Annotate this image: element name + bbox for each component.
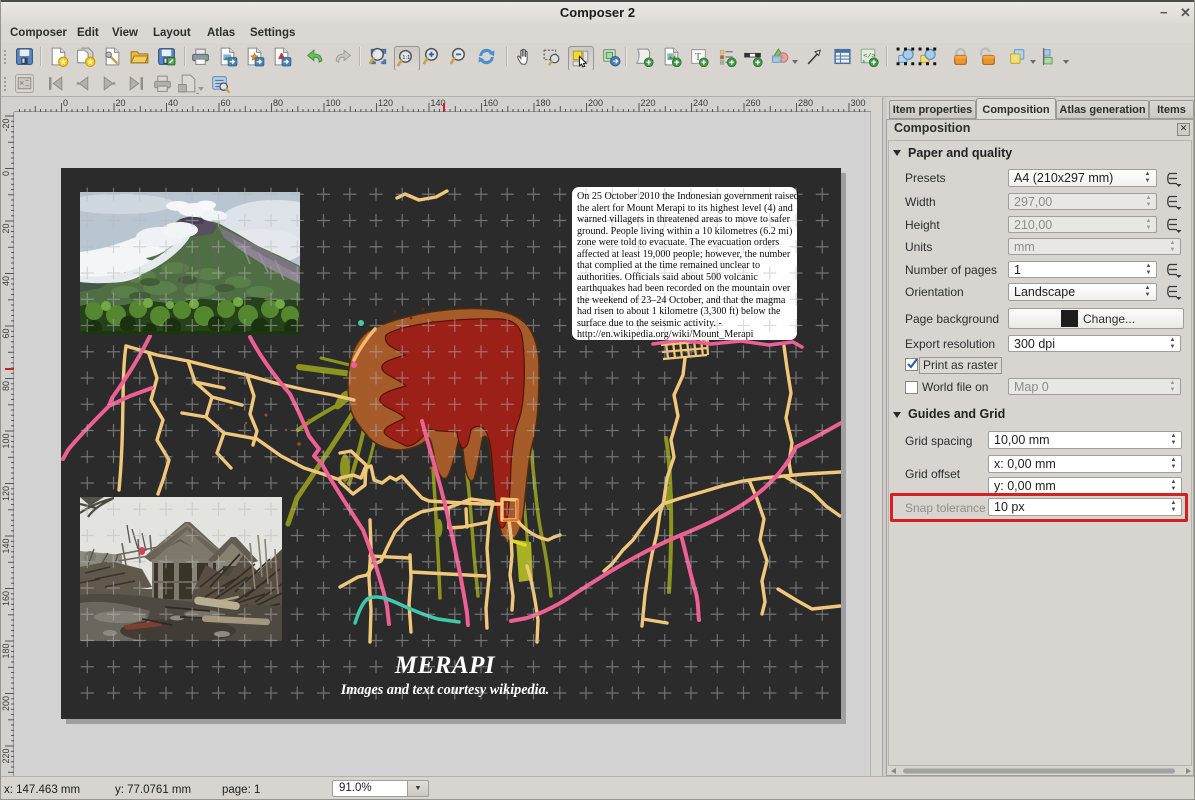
svg-text:220: 220	[1, 749, 11, 764]
svg-text:120: 120	[378, 98, 393, 108]
svg-text:60: 60	[1, 329, 11, 339]
svg-text:20: 20	[116, 98, 126, 108]
svg-text:80: 80	[273, 98, 283, 108]
svg-text:300: 300	[851, 98, 866, 108]
svg-text:80: 80	[1, 381, 11, 391]
svg-text:0: 0	[1, 171, 11, 176]
svg-text:1:1: 1:1	[402, 55, 410, 61]
svg-text:160: 160	[1, 591, 11, 606]
svg-text:120: 120	[1, 486, 11, 501]
svg-text:20: 20	[1, 224, 11, 234]
svg-text:240: 240	[693, 98, 708, 108]
svg-text:40: 40	[168, 98, 178, 108]
svg-text:160: 160	[483, 98, 498, 108]
svg-text:60: 60	[221, 98, 231, 108]
svg-text:100: 100	[326, 98, 341, 108]
svg-text:40: 40	[1, 276, 11, 286]
svg-text:220: 220	[641, 98, 656, 108]
svg-text:180: 180	[536, 98, 551, 108]
svg-text:0: 0	[63, 98, 68, 108]
svg-text:100: 100	[1, 434, 11, 449]
svg-text:200: 200	[588, 98, 603, 108]
svg-text:260: 260	[746, 98, 761, 108]
svg-text:-20: -20	[1, 119, 11, 132]
svg-text:280: 280	[798, 98, 813, 108]
svg-text:140: 140	[1, 539, 11, 554]
svg-text:180: 180	[1, 644, 11, 659]
svg-text:200: 200	[1, 696, 11, 711]
